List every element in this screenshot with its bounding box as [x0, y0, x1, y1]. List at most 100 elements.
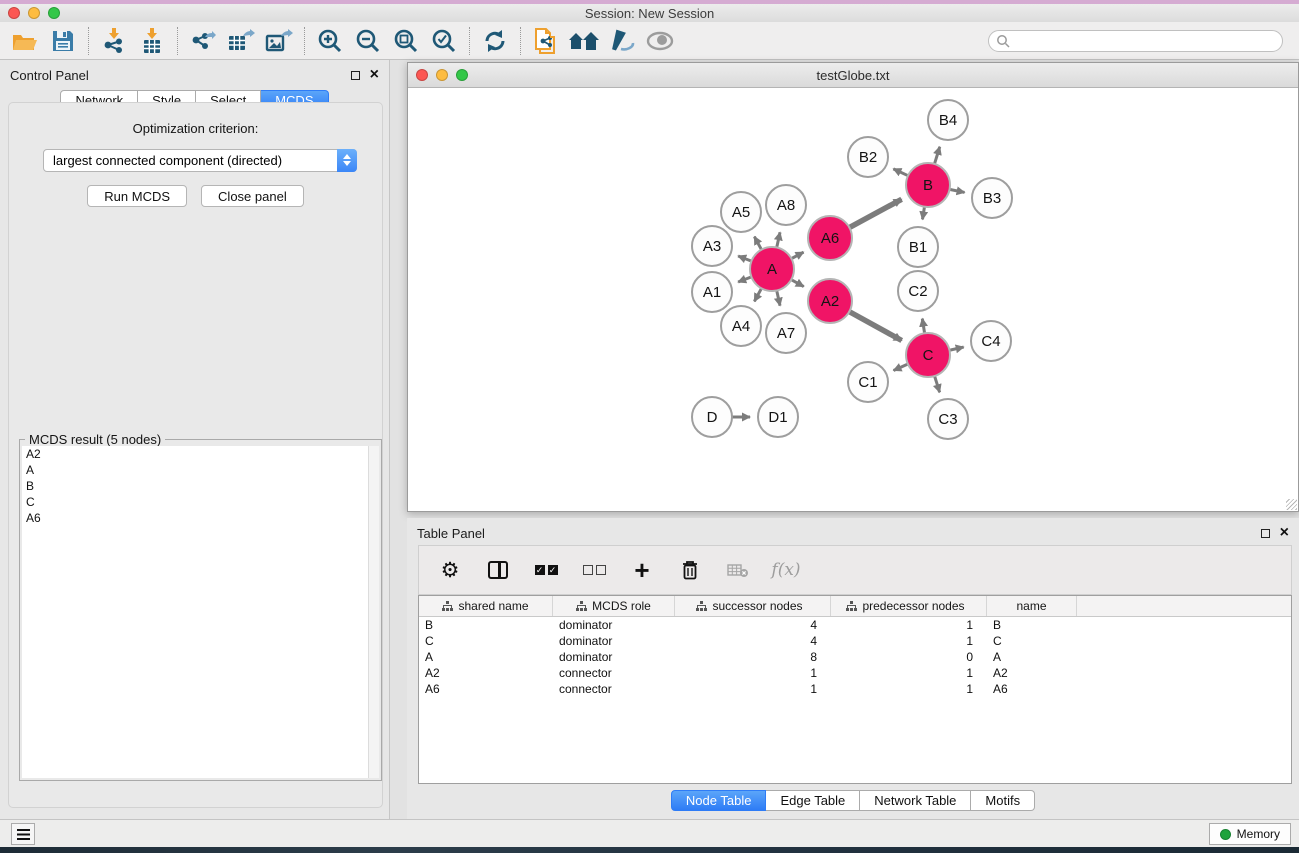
- export-image-button[interactable]: [260, 25, 298, 57]
- graph-node-B[interactable]: B: [906, 163, 950, 207]
- tab-motifs[interactable]: Motifs: [971, 790, 1035, 811]
- graph-node-A2[interactable]: A2: [808, 279, 852, 323]
- result-item[interactable]: B: [22, 478, 379, 494]
- graph-node-A7[interactable]: A7: [766, 313, 806, 353]
- graph-node-A8[interactable]: A8: [766, 185, 806, 225]
- table-row[interactable]: Cdominator41C: [419, 633, 1291, 649]
- graph-node-C3[interactable]: C3: [928, 399, 968, 439]
- graph-node-C2[interactable]: C2: [898, 271, 938, 311]
- home-layout-button[interactable]: [565, 25, 603, 57]
- delete-column-button[interactable]: [677, 557, 703, 583]
- graph-edge[interactable]: [791, 252, 803, 258]
- clone-network-button[interactable]: [527, 25, 565, 57]
- mcds-result-list[interactable]: A2ABCA6: [22, 446, 379, 778]
- close-panel-icon[interactable]: ×: [370, 70, 379, 80]
- tab-edge-table[interactable]: Edge Table: [766, 790, 860, 811]
- graph-node-A3[interactable]: A3: [692, 226, 732, 266]
- graph-node-B3[interactable]: B3: [972, 178, 1012, 218]
- graph-edge[interactable]: [950, 189, 965, 192]
- tab-network-table[interactable]: Network Table: [860, 790, 971, 811]
- column-header-name[interactable]: name: [987, 596, 1077, 616]
- criterion-dropdown[interactable]: largest connected component (directed): [43, 149, 357, 172]
- graph-edge[interactable]: [791, 280, 803, 287]
- save-session-button[interactable]: [44, 25, 82, 57]
- table-settings-button[interactable]: ⚙: [437, 557, 463, 583]
- graph-node-B1[interactable]: B1: [898, 227, 938, 267]
- graph-edge[interactable]: [849, 312, 901, 341]
- search-input[interactable]: [1010, 34, 1282, 48]
- graph-edge[interactable]: [893, 169, 908, 176]
- column-header-successor-nodes[interactable]: successor nodes: [675, 596, 831, 616]
- export-table-button[interactable]: [222, 25, 260, 57]
- table-row[interactable]: Adominator80A: [419, 649, 1291, 665]
- show-graphics-details-button[interactable]: [603, 25, 641, 57]
- network-canvas[interactable]: A A1 A2 A3 A4 A5 A6 A7 A8 B B1 B2 B3B4 C C1 C2 C3C4 D D1: [408, 88, 1298, 511]
- deselect-all-columns-button[interactable]: [581, 557, 607, 583]
- graph-edge[interactable]: [754, 288, 761, 301]
- table-row[interactable]: Bdominator41B: [419, 617, 1291, 633]
- result-item[interactable]: A: [22, 462, 379, 478]
- graph-edge[interactable]: [934, 147, 939, 164]
- result-item[interactable]: C: [22, 494, 379, 510]
- graph-edge[interactable]: [738, 256, 751, 261]
- table-row[interactable]: A2connector11A2: [419, 665, 1291, 681]
- result-item[interactable]: A6: [22, 510, 379, 526]
- graph-node-A[interactable]: A: [750, 247, 794, 291]
- graph-node-B2[interactable]: B2: [848, 137, 888, 177]
- search-box[interactable]: [988, 30, 1283, 52]
- graph-node-D1[interactable]: D1: [758, 397, 798, 437]
- float-panel-icon[interactable]: [351, 71, 360, 80]
- import-table-button[interactable]: [133, 25, 171, 57]
- graph-edge[interactable]: [894, 364, 908, 370]
- column-header-mcds-role[interactable]: MCDS role: [553, 596, 675, 616]
- show-columns-button[interactable]: [485, 557, 511, 583]
- task-history-button[interactable]: [11, 823, 35, 845]
- graph-edge[interactable]: [935, 376, 940, 392]
- resize-handle[interactable]: [1286, 499, 1297, 510]
- graph-edge[interactable]: [777, 232, 780, 247]
- graph-edge[interactable]: [754, 237, 761, 250]
- graph-edge[interactable]: [849, 199, 901, 227]
- graph-node-C1[interactable]: C1: [848, 362, 888, 402]
- graph-node-A6[interactable]: A6: [808, 216, 852, 260]
- zoom-selected-button[interactable]: [425, 25, 463, 57]
- open-folder-icon: [12, 30, 38, 52]
- table-header-row: shared name MCDS role successor nodes pr…: [419, 596, 1291, 617]
- graph-edge[interactable]: [777, 290, 780, 305]
- zoom-fit-button[interactable]: [387, 25, 425, 57]
- graph-node-C4[interactable]: C4: [971, 321, 1011, 361]
- zoom-in-button[interactable]: [311, 25, 349, 57]
- graph-edge[interactable]: [949, 347, 963, 350]
- column-header-shared-name[interactable]: shared name: [419, 596, 553, 616]
- select-all-columns-button[interactable]: ✓✓: [533, 557, 559, 583]
- open-file-button[interactable]: [6, 25, 44, 57]
- refresh-button[interactable]: [476, 25, 514, 57]
- graph-node-C[interactable]: C: [906, 333, 950, 377]
- graph-edge[interactable]: [922, 207, 924, 220]
- graph-node-A1[interactable]: A1: [692, 272, 732, 312]
- export-network-button[interactable]: [184, 25, 222, 57]
- graph-edge[interactable]: [738, 277, 751, 282]
- graph-node-A5[interactable]: A5: [721, 192, 761, 232]
- network-window-titlebar[interactable]: testGlobe.txt: [408, 63, 1298, 88]
- result-scrollbar[interactable]: [368, 446, 379, 778]
- float-table-panel-icon[interactable]: [1261, 529, 1270, 538]
- close-panel-button[interactable]: Close panel: [201, 185, 304, 207]
- tab-node-table[interactable]: Node Table: [671, 790, 767, 811]
- create-column-button[interactable]: +: [629, 557, 655, 583]
- delete-table-button[interactable]: [725, 557, 751, 583]
- graph-node-A4[interactable]: A4: [721, 306, 761, 346]
- import-network-button[interactable]: [95, 25, 133, 57]
- zoom-out-button[interactable]: [349, 25, 387, 57]
- function-builder-button[interactable]: f(x): [773, 557, 799, 583]
- hide-graphics-details-button[interactable]: [641, 25, 679, 57]
- memory-button[interactable]: Memory: [1209, 823, 1291, 845]
- column-header-predecessor-nodes[interactable]: predecessor nodes: [831, 596, 987, 616]
- graph-node-D[interactable]: D: [692, 397, 732, 437]
- table-row[interactable]: A6connector11A6: [419, 681, 1291, 697]
- run-mcds-button[interactable]: Run MCDS: [87, 185, 187, 207]
- close-table-panel-icon[interactable]: ×: [1280, 528, 1289, 538]
- result-item[interactable]: A2: [22, 446, 379, 462]
- graph-edge[interactable]: [922, 319, 924, 334]
- graph-node-B4[interactable]: B4: [928, 100, 968, 140]
